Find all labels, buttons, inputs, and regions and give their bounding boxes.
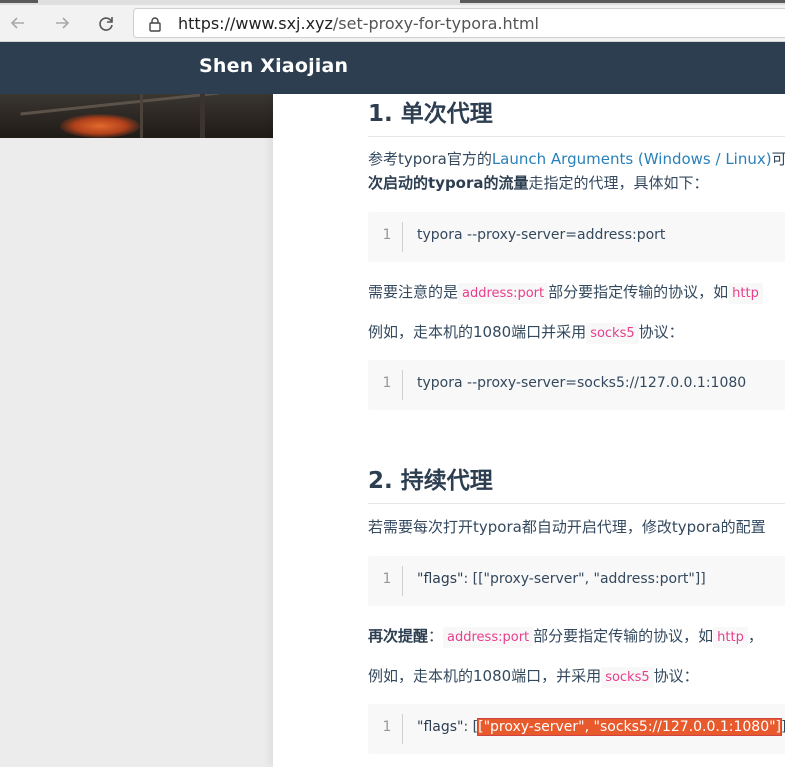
code-line[interactable]: "flags": [["proxy-server", "socks5://127… bbox=[417, 718, 785, 736]
lock-icon bbox=[149, 17, 161, 32]
paragraph: 例如，走本机的1080端口并采用 socks5 协议： bbox=[368, 320, 684, 346]
line-number: 1 bbox=[382, 571, 392, 587]
forward-button[interactable] bbox=[48, 9, 76, 37]
article-body: 1. 单次代理 参考typora官方的Launch Arguments (Win… bbox=[273, 94, 785, 767]
url-path: /set-proxy-for-typora.html bbox=[332, 14, 539, 33]
site-name-link[interactable]: Shen Xiaojian bbox=[199, 55, 348, 77]
inline-code: socks5 bbox=[586, 323, 639, 344]
url-host: https://www.sxj.xyz bbox=[178, 14, 333, 33]
reload-icon bbox=[99, 17, 113, 31]
url-text: https://www.sxj.xyz/set-proxy-for-typora… bbox=[178, 14, 539, 33]
code-block: 1 typora --proxy-server=address:port bbox=[368, 212, 785, 262]
inline-code: socks5 bbox=[601, 667, 654, 688]
paragraph: 再次提醒： address:port 部分要指定传输的协议，如 http， bbox=[368, 624, 763, 650]
browser-tab-edge bbox=[0, 0, 38, 3]
paragraph: 若需要每次打开typora都自动开启代理，修改typora的配置 bbox=[368, 518, 766, 536]
back-button[interactable] bbox=[4, 9, 32, 37]
back-arrow-icon bbox=[10, 17, 24, 29]
selected-text[interactable]: ["proxy-server", "socks5://127.0.0.1:108… bbox=[477, 718, 783, 736]
reload-button[interactable] bbox=[92, 9, 120, 37]
paragraph: 需要注意的是 address:port 部分要指定传输的协议，如 http bbox=[368, 280, 763, 306]
code-block: 1 typora --proxy-server=socks5://127.0.0… bbox=[368, 360, 785, 410]
code-block: 1 "flags": [["proxy-server", "socks5://1… bbox=[368, 704, 785, 754]
line-number: 1 bbox=[382, 719, 392, 735]
paragraph: 例如，走本机的1080端口，并采用 socks5 协议： bbox=[368, 664, 699, 690]
banner-image bbox=[0, 94, 273, 138]
code-block: 1 "flags": [["proxy-server", "address:po… bbox=[368, 556, 785, 606]
inline-code: http bbox=[728, 283, 763, 304]
inline-code: address:port bbox=[443, 627, 534, 648]
code-line: typora --proxy-server=address:port bbox=[417, 227, 666, 243]
browser-tab-edge bbox=[460, 0, 785, 3]
code-line: typora --proxy-server=socks5://127.0.0.1… bbox=[417, 375, 747, 391]
line-number: 1 bbox=[382, 375, 392, 391]
code-line: "flags": [["proxy-server", "address:port… bbox=[417, 571, 706, 587]
inline-code: http bbox=[713, 627, 748, 648]
inline-code: address:port bbox=[458, 283, 549, 304]
launch-arguments-link[interactable]: Launch Arguments (Windows / Linux) bbox=[492, 150, 772, 168]
address-bar[interactable]: https://www.sxj.xyz/set-proxy-for-typora… bbox=[133, 8, 785, 38]
forward-arrow-icon bbox=[56, 17, 70, 29]
section-heading: 2. 持续代理 bbox=[368, 461, 785, 504]
line-number: 1 bbox=[382, 227, 392, 243]
browser-toolbar: https://www.sxj.xyz/set-proxy-for-typora… bbox=[0, 5, 785, 42]
site-header: Shen Xiaojian bbox=[0, 42, 785, 94]
section-heading: 1. 单次代理 bbox=[368, 94, 785, 137]
paragraph: 参考typora官方的Launch Arguments (Windows / L… bbox=[368, 150, 785, 192]
